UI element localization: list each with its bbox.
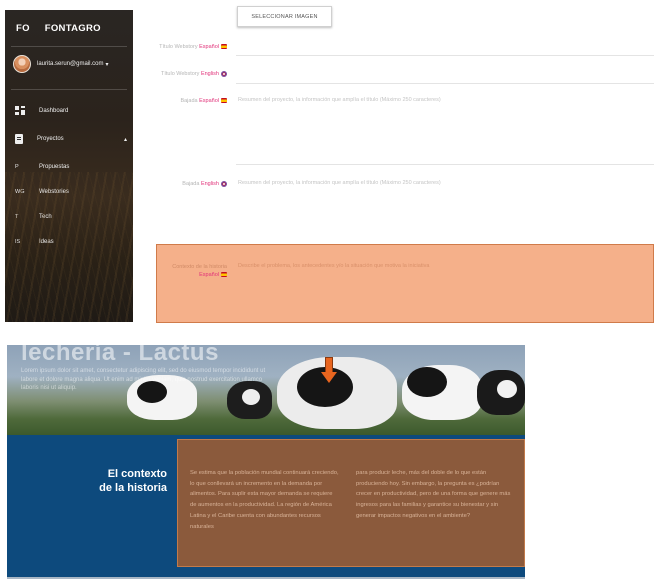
sidebar-item-dashboard[interactable]: Dashboard xyxy=(15,106,127,115)
hero-banner: lechería - Lactus Lorem ipsum dolor sit … xyxy=(7,345,525,435)
summary-es-input[interactable]: Resumen del proyecto, la información que… xyxy=(238,97,441,103)
field-label-text: Título Webstory xyxy=(159,44,198,50)
title-en-label: Título Webstory English xyxy=(137,70,227,78)
select-image-button[interactable]: SELECCIONAR IMAGEN xyxy=(237,6,332,27)
summary-en-label: Bajada English xyxy=(137,180,227,188)
sidebar-item-abbr: P xyxy=(15,164,19,170)
context-section: El contexto de la historia Se estima que… xyxy=(7,435,525,577)
context-paragraph-1: Se estima que la población mundial conti… xyxy=(190,470,339,530)
sidebar-item-webstories[interactable]: WG Webstories xyxy=(15,189,127,195)
context-title-line: de la historia xyxy=(99,482,167,495)
cow-image xyxy=(277,357,397,429)
brand[interactable]: FO FONTAGRO xyxy=(16,23,101,34)
title-en-input[interactable] xyxy=(236,83,654,84)
field-label-text: Bajada xyxy=(180,98,198,104)
title-es-input[interactable] xyxy=(236,55,654,56)
divider xyxy=(7,577,525,579)
hero-title: lechería - Lactus xyxy=(21,345,219,366)
brand-abbr: FO xyxy=(16,23,30,34)
field-label-text: Bajada xyxy=(182,181,200,187)
sidebar-item-abbr: T xyxy=(15,214,19,220)
chevron-down-icon: ▾ xyxy=(105,61,109,68)
sidebar-item-tech[interactable]: T Tech xyxy=(15,214,127,220)
sidebar-item-label: Propuestas xyxy=(39,164,70,170)
context-title: El contexto de la historia xyxy=(69,467,167,496)
context-text-highlight: Se estima que la población mundial conti… xyxy=(177,439,525,567)
user-email: laurita.serun@gmail.com xyxy=(37,61,104,67)
context-es-input[interactable]: Describe el problema, los antecedentes y… xyxy=(238,263,429,269)
sidebar-item-label: Webstories xyxy=(39,189,69,195)
arrow-down-icon xyxy=(321,357,337,385)
avatar xyxy=(13,55,31,73)
dashboard-icon xyxy=(15,106,25,115)
sidebar-item-proyectos[interactable]: Proyectos ▴ xyxy=(15,134,127,144)
chevron-up-icon: ▴ xyxy=(123,136,127,143)
sidebar-item-label: Dashboard xyxy=(39,107,69,114)
brand-name: FONTAGRO xyxy=(44,23,101,34)
summary-es-label: Bajada Español xyxy=(137,97,227,105)
lang-tag: Español xyxy=(199,44,219,50)
context-es-label: Contexto de la historia Español xyxy=(137,263,227,280)
spain-flag-icon xyxy=(221,272,227,278)
sidebar-item-label: Ideas xyxy=(39,239,54,245)
cow-image xyxy=(477,370,525,415)
sidebar: FO FONTAGRO laurita.serun@gmail.com ▾ Da… xyxy=(5,10,133,322)
uk-flag-icon xyxy=(221,70,227,77)
sidebar-item-abbr: WG xyxy=(15,189,25,195)
uk-flag-icon xyxy=(221,180,227,187)
cow-image xyxy=(402,365,482,420)
summary-en-input[interactable]: Resumen del proyecto, la información que… xyxy=(238,180,441,186)
context-field-highlight: Contexto de la historia Español Describe… xyxy=(156,244,654,323)
sidebar-item-label: Tech xyxy=(39,214,52,220)
sidebar-item-ideas[interactable]: IS Ideas xyxy=(15,239,127,245)
field-label-text: Contexto de la historia xyxy=(172,264,227,270)
context-paragraph-2: para producir leche, más del doble de lo… xyxy=(356,470,511,519)
title-es-label: Título Webstory Español xyxy=(137,43,227,51)
lang-tag: English xyxy=(200,181,219,187)
summary-es-underline xyxy=(236,164,654,165)
field-label-text: Título Webstory xyxy=(161,71,200,77)
sidebar-item-abbr: IS xyxy=(15,239,21,245)
context-title-line: El contexto xyxy=(107,468,167,480)
user-menu[interactable]: laurita.serun@gmail.com ▾ xyxy=(13,55,129,73)
lang-tag: Español xyxy=(199,272,219,279)
hero-text: Lorem ipsum dolor sit amet, consectetur … xyxy=(21,368,266,392)
spain-flag-icon xyxy=(221,44,227,50)
lang-tag: English xyxy=(200,71,219,77)
spain-flag-icon xyxy=(221,98,227,104)
projects-icon xyxy=(15,134,23,144)
sidebar-item-propuestas[interactable]: P Propuestas xyxy=(15,164,127,170)
sidebar-item-label: Proyectos xyxy=(37,136,64,142)
lang-tag: Español xyxy=(199,98,219,104)
